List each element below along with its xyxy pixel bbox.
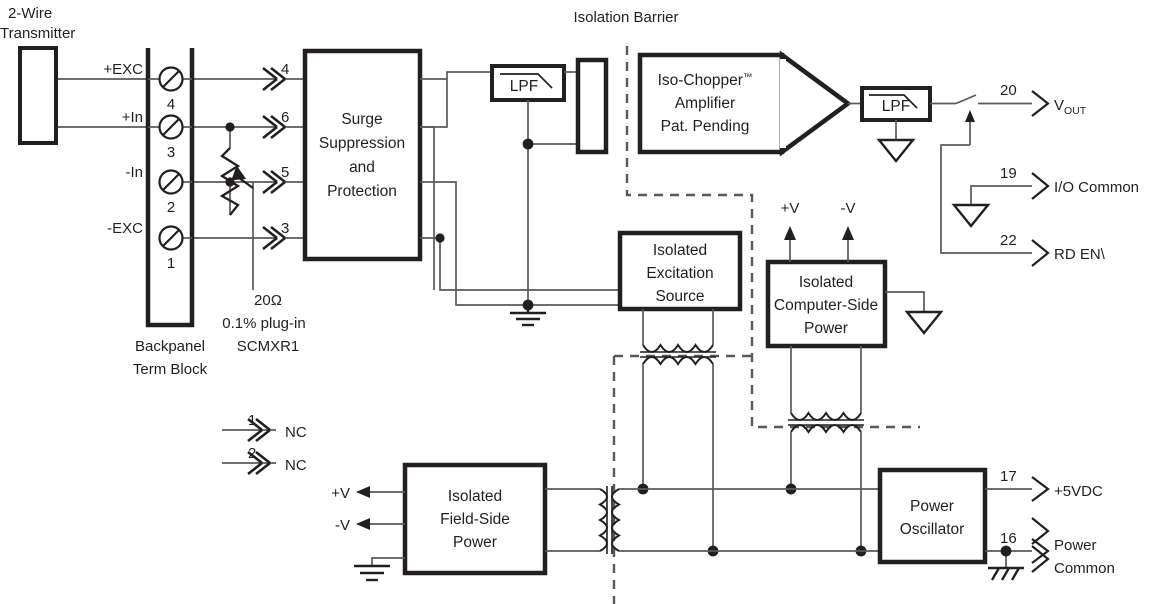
excitation-block-line2: Excitation (646, 265, 713, 282)
term-block-label-line2: Term Block (133, 361, 208, 378)
input-pin-number-4: 4 (281, 61, 289, 78)
rd-en-label: RD EN\ (1054, 246, 1106, 263)
field-side-line1: Isolated (448, 488, 502, 505)
lpf-to-barrier-wires (527, 71, 578, 305)
chopper-line1-base: Iso-Chopper (658, 72, 743, 89)
lpf-output-label: LPF (882, 98, 910, 115)
transmitter-box (18, 46, 58, 145)
computer-plus-v-label: +V (781, 200, 800, 217)
surge-block-line1: Surge (341, 111, 382, 128)
resistor-value-label: 20Ω (254, 292, 282, 309)
in-minus-label: -In (125, 164, 143, 181)
computer-side-line3: Power (804, 320, 848, 337)
excitation-block-line1: Isolated (653, 242, 707, 259)
resistor-spec-label: 0.1% plug-in (222, 315, 305, 332)
excitation-transformer-icon (640, 309, 716, 551)
field-side-line2: Field-Side (440, 511, 510, 528)
field-plus-v-label: +V (331, 485, 350, 502)
isolation-barrier-label: Isolation Barrier (573, 9, 678, 26)
input-pin-number-6: 6 (281, 109, 289, 126)
power-common-label-line1: Power (1054, 537, 1097, 554)
field-side-line3: Power (453, 534, 497, 551)
earth-ground-icon (988, 566, 1024, 581)
block-diagram-canvas: 2-Wire Transmitter +EXC +In -In -EXC 4 3… (0, 0, 1157, 604)
earth-ground-icon (510, 305, 546, 327)
output-switch-wires (930, 94, 1032, 254)
ground-triangle-icon (877, 138, 915, 163)
resistor-part-label: SCMXR1 (237, 338, 300, 355)
junction-dot (225, 122, 235, 132)
arrow-left-icon (356, 518, 370, 530)
svg-text:Iso-Chopper™: Iso-Chopper™ (658, 72, 753, 89)
power-oscillator-block (877, 467, 988, 565)
screw-number-3: 3 (167, 144, 175, 161)
computer-side-rail-wires (789, 232, 849, 262)
computer-side-transformer-icon (788, 346, 864, 551)
nc-label-1: NC (285, 424, 307, 441)
nc-pin-number-1: 1 (248, 412, 256, 429)
screw-number-1: 1 (167, 255, 175, 272)
screw-number-4: 4 (167, 96, 175, 113)
screw-terminal-icon (158, 114, 184, 140)
transmitter-label-line1: 2-Wire (8, 5, 52, 22)
trademark-icon: ™ (743, 72, 753, 83)
ground-triangle-icon (952, 203, 990, 228)
iso-chopper-amplifier-block (637, 50, 852, 157)
diagram-svg: 2-Wire Transmitter +EXC +In -In -EXC 4 3… (0, 5, 1139, 604)
output-pin-number-17: 17 (1000, 468, 1017, 485)
output-pin-number-16: 16 (1000, 530, 1017, 547)
surge-block-line3: and (349, 159, 375, 176)
output-pin-number-20: 20 (1000, 82, 1017, 99)
computer-minus-v-label: -V (841, 200, 856, 217)
surge-suppression-block (302, 48, 423, 262)
nc-label-2: NC (285, 457, 307, 474)
power-oscillator-output-wires (985, 488, 1032, 568)
screw-terminal-icon (158, 66, 184, 92)
exc-plus-label: +EXC (103, 61, 143, 78)
vout-label: VOUT (1054, 97, 1087, 117)
oscillator-line2: Oscillator (900, 521, 965, 538)
computer-side-ground-wire (885, 291, 925, 312)
power-common-label-line2: Common (1054, 560, 1115, 577)
lpf-input-label: LPF (510, 78, 538, 95)
surge-block-line4: Protection (327, 183, 397, 200)
computer-side-line2: Computer-Side (774, 297, 878, 314)
lpf-output-ground (877, 120, 915, 163)
output-pin-number-22: 22 (1000, 232, 1017, 249)
term-block-label-line1: Backpanel (135, 338, 205, 355)
junction-dot (435, 233, 445, 243)
chopper-block-line3: Pat. Pending (661, 118, 750, 135)
input-pin-number-3: 3 (281, 220, 289, 237)
input-pin-number-5: 5 (281, 164, 289, 181)
io-common-wires (970, 185, 1032, 205)
plus5vdc-label: +5VDC (1054, 483, 1103, 500)
output-pin-number-19: 19 (1000, 165, 1017, 182)
switch-arrow-icon (965, 110, 975, 122)
in-plus-label: +In (122, 109, 143, 126)
ground-triangle-icon (905, 310, 943, 335)
earth-ground-icon (354, 564, 390, 582)
field-minus-v-label: -V (335, 517, 350, 534)
arrow-up-icon (842, 226, 854, 240)
junction-dot (1000, 545, 1012, 557)
exc-minus-label: -EXC (107, 220, 143, 237)
screw-terminal-icon (158, 225, 184, 251)
chopper-block-line2: Amplifier (675, 95, 735, 112)
isolation-coupler-box (575, 57, 609, 155)
io-common-label: I/O Common (1054, 179, 1139, 196)
surge-block-line2: Suppression (319, 135, 405, 152)
nc-pin-number-2: 2 (248, 445, 256, 462)
computer-side-line1: Isolated (799, 274, 853, 291)
arrow-up-icon (784, 226, 796, 240)
transmitter-label-line2: Transmitter (0, 25, 75, 42)
oscillator-line1: Power (910, 498, 954, 515)
junction-dot (225, 177, 235, 187)
screw-terminal-icon (158, 169, 184, 195)
chopper-block-line1: Iso-Chopper™ (658, 72, 753, 89)
junction-dot (522, 138, 534, 150)
screw-number-2: 2 (167, 199, 175, 216)
excitation-block-line3: Source (655, 288, 704, 305)
arrow-left-icon (356, 486, 370, 498)
